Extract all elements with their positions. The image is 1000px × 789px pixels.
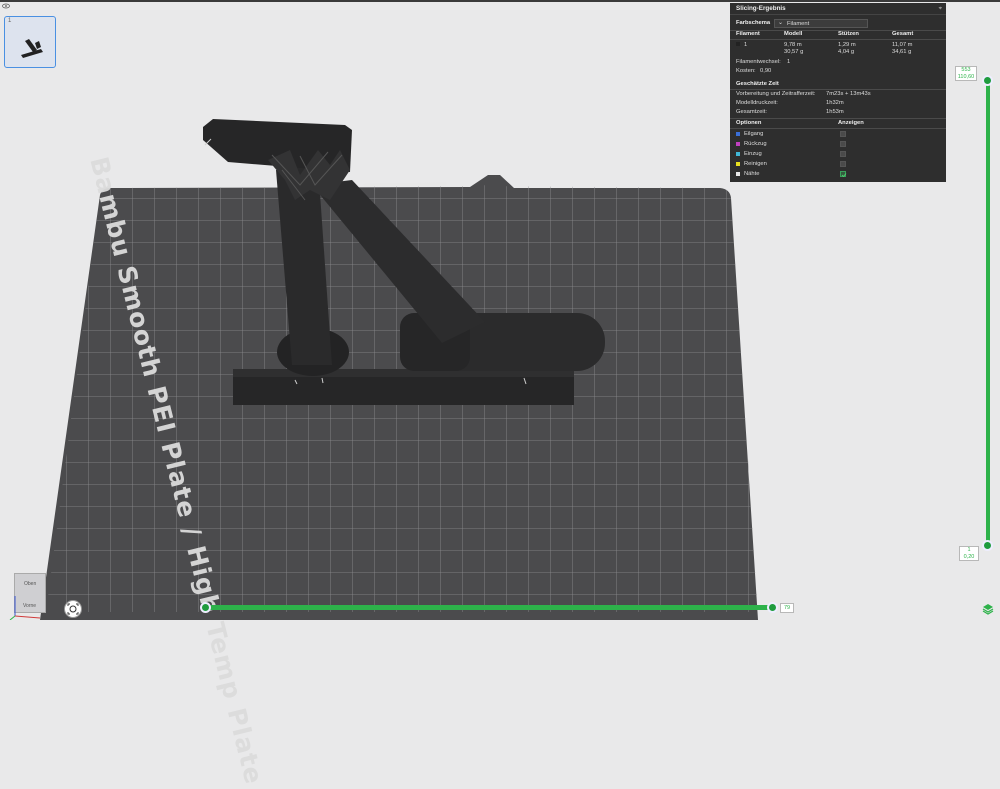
option-checkbox[interactable]	[840, 141, 846, 147]
time-prep-value: 7m23s + 13m43s	[826, 91, 871, 97]
slicing-result-panel: Slicing-Ergebnis ⌖ Farbschema ⌄ Filament…	[730, 3, 946, 182]
move-slider-value: 79	[780, 603, 794, 613]
filament-color-swatch	[736, 42, 740, 46]
plate-number: 1	[8, 18, 12, 24]
time-total-label: Gesamtzeit:	[736, 109, 767, 115]
filament-changes-label: Filamentwechsel:	[736, 59, 781, 65]
color-scheme-dropdown[interactable]: ⌄ Filament	[774, 19, 868, 28]
filament-id: 1	[744, 42, 748, 48]
color-scheme-label: Farbschema	[736, 20, 771, 26]
show-header: Anzeigen	[838, 120, 864, 126]
layer-bottom-label: 1 0,20	[959, 546, 979, 561]
move-slider-end-handle[interactable]	[767, 602, 778, 613]
panel-title: Slicing-Ergebnis	[730, 3, 946, 15]
col-total: Gesamt	[892, 31, 914, 37]
option-label: Eilgang	[744, 131, 764, 137]
total-length: 11,07 m	[892, 42, 913, 48]
axes-gizmo-icon	[9, 596, 41, 620]
col-supports: Stützen	[838, 31, 859, 37]
plate-thumbnail[interactable]: 1	[4, 16, 56, 68]
option-color-swatch	[736, 132, 740, 136]
option-label: Rückzug	[744, 141, 767, 147]
option-label: Einzug	[744, 151, 762, 157]
time-model-label: Modelldruckzeit:	[736, 100, 778, 106]
bottom-layer-number: 1	[967, 547, 971, 553]
top-layer-number: 553	[961, 67, 971, 73]
time-prep-label: Vorbereitung und Zeitrafferzeit:	[736, 91, 816, 97]
cost-label: Kosten:	[736, 68, 756, 74]
reset-view-button[interactable]	[64, 600, 82, 618]
col-model: Modell	[784, 31, 803, 37]
reset-view-icon	[67, 603, 79, 615]
chevron-down-icon: ⌄	[778, 20, 784, 26]
move-slider-track[interactable]	[205, 605, 772, 610]
eye-icon[interactable]	[2, 3, 10, 9]
options-header: Optionen	[736, 120, 762, 126]
option-color-swatch	[736, 152, 740, 156]
color-scheme-value: Filament	[787, 21, 810, 27]
option-color-swatch	[736, 162, 740, 166]
layer-slider-top-handle[interactable]	[982, 75, 993, 86]
time-header: Geschätzte Zeit	[736, 81, 779, 87]
option-color-swatch	[736, 142, 740, 146]
model-length: 9,78 m	[784, 42, 802, 48]
option-checkbox[interactable]	[840, 131, 846, 137]
time-model-value: 1h32m	[826, 100, 844, 106]
view-cube-top[interactable]: Oben	[24, 581, 36, 587]
option-color-swatch	[736, 172, 740, 176]
col-filament: Filament	[736, 31, 760, 37]
checkmark-icon	[841, 173, 847, 178]
bottom-layer-height: 0,20	[963, 554, 975, 560]
option-checkbox[interactable]	[840, 151, 846, 157]
option-label: Reinigen	[744, 161, 767, 167]
filament-changes-value: 1	[787, 59, 791, 65]
support-length: 1,29 m	[838, 42, 856, 48]
move-slider-start-handle[interactable]	[200, 602, 211, 613]
option-label: Nähte	[744, 171, 760, 177]
layer-slider-bottom-handle[interactable]	[982, 540, 993, 551]
time-total-value: 1h53m	[826, 109, 844, 115]
pin-icon[interactable]: ⌖	[939, 6, 942, 13]
top-layer-height: 110,60	[957, 74, 975, 80]
option-checkbox[interactable]	[840, 171, 847, 178]
support-weight: 4,04 g	[838, 49, 855, 55]
model-thumbnail-icon	[21, 39, 43, 58]
cost-value: 0,90	[760, 68, 772, 74]
layer-top-label: 553 110,60	[955, 66, 977, 81]
layer-slider-track[interactable]	[986, 80, 990, 545]
total-weight: 34,61 g	[892, 49, 912, 55]
option-checkbox[interactable]	[840, 161, 846, 167]
model-weight: 30,57 g	[784, 49, 804, 55]
layers-icon[interactable]	[982, 603, 994, 615]
